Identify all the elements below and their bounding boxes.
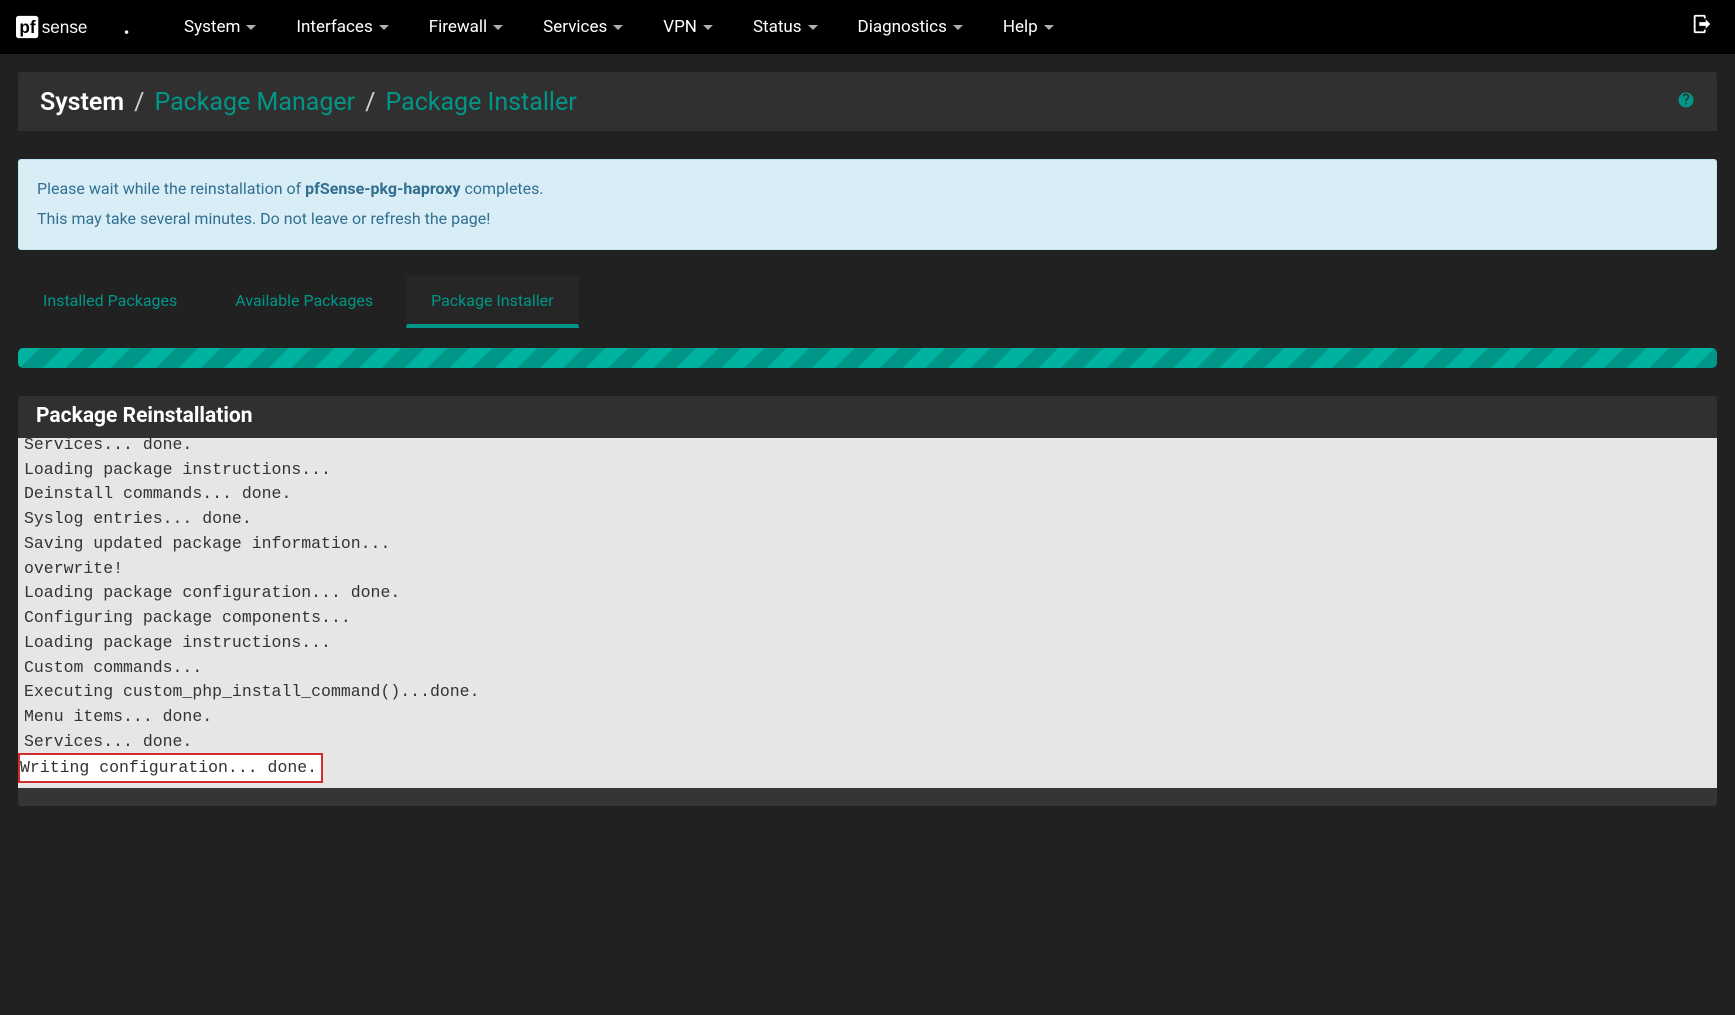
breadcrumb-root[interactable]: System xyxy=(40,88,124,117)
svg-text:pf: pf xyxy=(19,17,35,37)
nav-item-label: VPN xyxy=(663,17,697,37)
alert-text: completes. xyxy=(461,179,544,198)
chevron-down-icon xyxy=(493,25,503,30)
nav-item-label: Status xyxy=(753,17,802,37)
nav-item-vpn[interactable]: VPN xyxy=(643,9,731,45)
nav-item-status[interactable]: Status xyxy=(733,9,836,45)
tab-available-packages[interactable]: Available Packages xyxy=(210,276,398,328)
panel-package-reinstall: Package Reinstallation Services... done.… xyxy=(18,396,1717,806)
nav-items: System Interfaces Firewall Services VPN … xyxy=(164,9,1072,45)
nav-item-label: Services xyxy=(543,17,607,37)
nav-item-firewall[interactable]: Firewall xyxy=(409,9,521,45)
alert-package-name: pfSense-pkg-haproxy xyxy=(305,179,460,198)
breadcrumb-package-installer[interactable]: Package Installer xyxy=(385,88,576,117)
chevron-down-icon xyxy=(953,25,963,30)
tab-installed-packages[interactable]: Installed Packages xyxy=(18,276,202,328)
nav-item-services[interactable]: Services xyxy=(523,9,641,45)
nav-item-system[interactable]: System xyxy=(164,9,274,45)
nav-item-label: Interfaces xyxy=(296,17,372,37)
chevron-down-icon xyxy=(703,25,713,30)
nav-item-label: System xyxy=(184,17,240,37)
alert-line2: This may take several minutes. Do not le… xyxy=(37,204,1698,234)
alert-info: Please wait while the reinstallation of … xyxy=(18,159,1717,250)
tab-package-installer[interactable]: Package Installer xyxy=(406,276,578,328)
svg-text:sense: sense xyxy=(42,17,88,37)
nav-item-label: Help xyxy=(1003,17,1038,37)
alert-line1: Please wait while the reinstallation of … xyxy=(37,174,1698,204)
chevron-down-icon xyxy=(1044,25,1054,30)
nav-item-interfaces[interactable]: Interfaces xyxy=(276,9,406,45)
log-output[interactable]: Services... done. Loading package instru… xyxy=(18,438,1717,788)
logout-button[interactable] xyxy=(1685,7,1719,47)
chevron-down-icon xyxy=(379,25,389,30)
page-header: System / Package Manager / Package Insta… xyxy=(18,72,1717,131)
alert-text: Please wait while the reinstallation of xyxy=(37,179,305,198)
chevron-down-icon xyxy=(246,25,256,30)
help-button[interactable] xyxy=(1677,91,1695,114)
log-wrapper: Services... done. Loading package instru… xyxy=(18,438,1717,788)
panel-footer-bar xyxy=(18,788,1717,806)
panel-heading: Package Reinstallation xyxy=(18,396,1717,438)
chevron-down-icon xyxy=(808,25,818,30)
help-circle-icon xyxy=(1677,91,1695,109)
top-navbar: pf sense System Interfaces Firewall Serv… xyxy=(0,0,1735,54)
tabs: Installed Packages Available Packages Pa… xyxy=(18,276,1717,328)
nav-item-diagnostics[interactable]: Diagnostics xyxy=(838,9,981,45)
breadcrumb-package-manager[interactable]: Package Manager xyxy=(154,88,355,117)
breadcrumb-sep: / xyxy=(365,88,375,117)
nav-item-label: Diagnostics xyxy=(858,17,947,37)
breadcrumb-sep: / xyxy=(134,88,144,117)
log-highlighted-line: Writing configuration... done. xyxy=(20,755,321,782)
breadcrumb: System / Package Manager / Package Insta… xyxy=(40,88,577,117)
chevron-down-icon xyxy=(613,25,623,30)
nav-item-help[interactable]: Help xyxy=(983,9,1072,45)
progress-bar xyxy=(18,348,1717,368)
brand-logo[interactable]: pf sense xyxy=(16,14,136,40)
pfsense-logo-icon: pf sense xyxy=(16,14,136,40)
logout-icon xyxy=(1691,13,1713,35)
nav-item-label: Firewall xyxy=(429,17,487,37)
page-content: System / Package Manager / Package Insta… xyxy=(0,54,1735,806)
